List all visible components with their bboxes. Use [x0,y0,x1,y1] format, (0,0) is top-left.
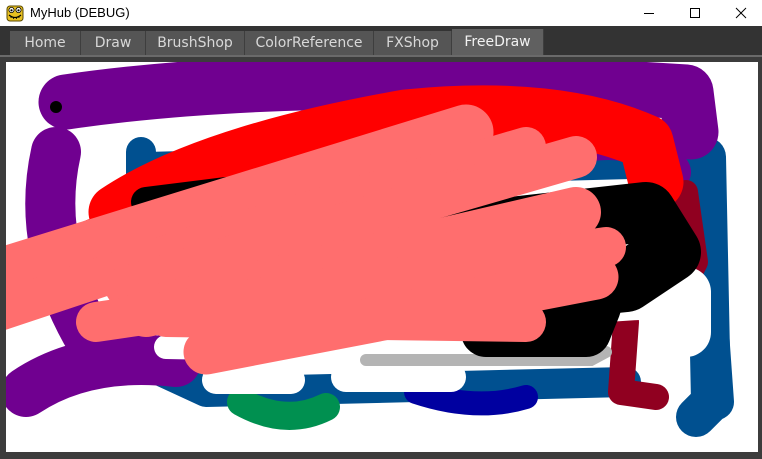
maximize-button[interactable] [672,0,718,26]
stroke-green [227,388,340,430]
maximize-icon [690,8,700,18]
frame-right [758,57,762,459]
canvas-strokes [6,62,734,437]
tab-divider [0,55,762,57]
stroke-navy [404,380,538,416]
tab-home[interactable]: Home [10,31,81,56]
close-icon [735,7,747,19]
minimize-icon [644,13,654,14]
minimize-button[interactable] [626,0,672,26]
window-title: MyHub (DEBUG) [30,5,130,20]
tab-brushshop[interactable]: BrushShop [146,31,245,56]
tab-draw[interactable]: Draw [81,31,146,56]
frame-bottom [0,452,762,459]
close-button[interactable] [718,0,762,26]
tab-strip: Home Draw BrushShop ColorReference FXSho… [0,26,762,56]
frog-face-icon [6,4,24,22]
stroke-black-dot [50,101,62,113]
stroke-purple-bottom [6,335,201,417]
tab-fxshop[interactable]: FXShop [374,31,452,56]
stroke-darkred-2 [608,309,669,410]
tab-colorreference[interactable]: ColorReference [245,31,374,56]
tab-freedraw[interactable]: FreeDraw [452,29,544,56]
drawing-canvas[interactable] [6,62,758,452]
title-bar: MyHub (DEBUG) [0,0,762,26]
stroke-salmon-7 [146,297,546,342]
